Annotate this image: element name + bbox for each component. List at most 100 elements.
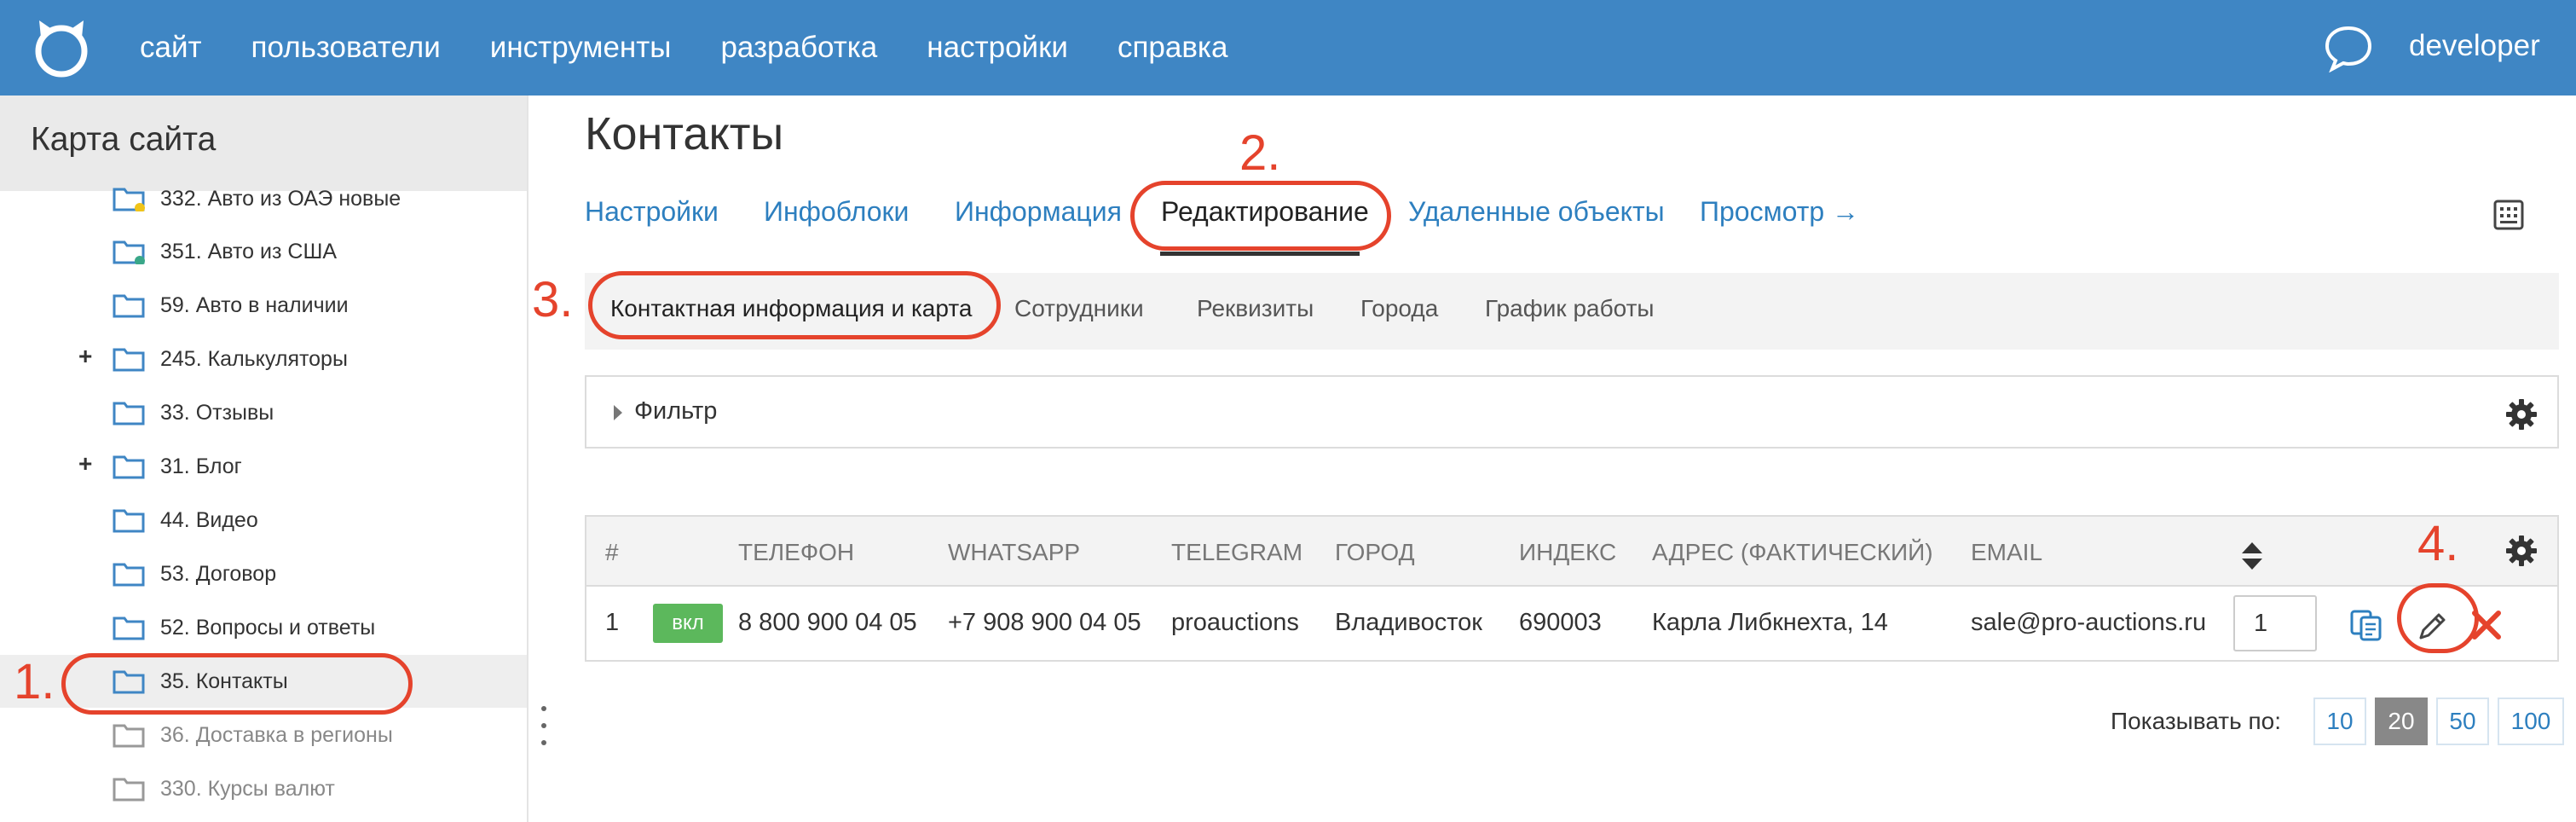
tree-item-label: 33. Отзывы (160, 401, 274, 425)
tree-item-label: 31. Блог (160, 454, 242, 478)
folder-icon (113, 188, 145, 211)
expand-icon[interactable]: + (78, 343, 92, 370)
expand-icon[interactable]: + (78, 450, 92, 478)
col-header-whatsapp[interactable]: WHATSAPP (948, 539, 1080, 566)
contacts-table: # ТЕЛЕФОН WHATSAPP TELEGRAM ГОРОД ИНДЕКС… (585, 515, 2559, 662)
tree-item[interactable]: 53. Договор (0, 547, 527, 600)
page-size-20[interactable]: 20 (2375, 698, 2428, 745)
cell-telegram: proauctions (1171, 609, 1299, 636)
widget-grid-icon[interactable] (2493, 200, 2524, 230)
menu-tools[interactable]: инструменты (490, 31, 672, 65)
cell-index: 690003 (1519, 609, 1602, 636)
page-size-10[interactable]: 10 (2313, 698, 2366, 745)
annotation-ring (61, 653, 413, 715)
tree-item-label: 53. Договор (160, 562, 277, 586)
folder-icon (113, 509, 145, 533)
tab-deleted-objects[interactable]: Удаленные объекты (1408, 196, 1665, 228)
cell-email: sale@pro-auctions.ru (1971, 609, 2207, 636)
annotation-ring (1130, 181, 1391, 251)
col-header-city[interactable]: ГОРОД (1335, 539, 1415, 566)
filter-panel[interactable]: Фильтр (585, 375, 2559, 449)
cell-whatsapp: +7 908 900 04 05 (948, 609, 1141, 636)
table-header: # ТЕЛЕФОН WHATSAPP TELEGRAM ГОРОД ИНДЕКС… (586, 517, 2557, 587)
tree-item-label: 332. Авто из ОАЭ новые (160, 187, 401, 211)
tree-item[interactable]: 330. Курсы валют (0, 762, 527, 815)
menu-site[interactable]: сайт (140, 31, 202, 65)
gear-icon[interactable] (2504, 397, 2538, 431)
sort-icon[interactable] (2240, 541, 2264, 571)
menu-users[interactable]: пользователи (251, 31, 441, 65)
tree-item[interactable]: 33. Отзывы (0, 386, 527, 439)
menu-settings[interactable]: настройки (927, 31, 1068, 65)
pager-label: Показывать по: (2111, 708, 2282, 734)
tree-item-label: 52. Вопросы и ответы (160, 616, 376, 640)
tree-item[interactable]: 59. Авто в наличии (0, 279, 527, 332)
cell-city: Владивосток (1335, 609, 1482, 636)
col-header-telegram[interactable]: TELEGRAM (1171, 539, 1302, 566)
folder-icon (113, 616, 145, 640)
folder-icon (113, 294, 145, 318)
page-size-50[interactable]: 50 (2436, 698, 2489, 745)
tree-item[interactable]: 44. Видео (0, 494, 527, 547)
subtab-requisites[interactable]: Реквизиты (1197, 295, 1314, 322)
annotation-ring (2397, 583, 2479, 653)
tree-item-label: 245. Калькуляторы (160, 347, 348, 371)
active-tab-indicator (1160, 252, 1360, 256)
subtab-schedule[interactable]: График работы (1485, 295, 1655, 322)
menu-development[interactable]: разработка (720, 31, 877, 65)
status-badge[interactable]: вкл (653, 604, 723, 643)
cat-logo-icon[interactable] (31, 17, 92, 78)
col-header-phone[interactable]: ТЕЛЕФОН (738, 539, 854, 566)
tab-settings[interactable]: Настройки (585, 196, 719, 228)
cell-phone: 8 800 900 04 05 (738, 609, 917, 636)
annotation-number: 4. (2417, 516, 2459, 571)
tree-item-label: 330. Курсы валют (160, 777, 335, 801)
tree-item[interactable]: 332. Авто из ОАЭ новые (0, 172, 527, 225)
menu-help[interactable]: справка (1118, 31, 1228, 65)
col-header-num: # (605, 539, 619, 565)
tree-item-label: 351. Авто из США (160, 240, 338, 263)
page-size-100[interactable]: 100 (2498, 698, 2564, 745)
main-menu: сайт пользователи инструменты разработка… (140, 0, 1277, 96)
sidebar-title: Карта сайта (31, 121, 217, 158)
tree-item[interactable]: + 245. Калькуляторы (0, 333, 527, 385)
col-header-index[interactable]: ИНДЕКС (1519, 539, 1616, 566)
filter-label: Фильтр (634, 397, 718, 425)
folder-icon (113, 455, 145, 479)
subtab-cities[interactable]: Города (1360, 295, 1438, 322)
subtab-employees[interactable]: Сотрудники (1014, 295, 1144, 322)
folder-icon (113, 563, 145, 587)
copy-icon[interactable] (2349, 609, 2383, 641)
annotation-number: 3. (532, 272, 574, 327)
gear-icon[interactable] (2504, 534, 2538, 568)
tree-item-label: 44. Видео (160, 508, 258, 532)
tree-item[interactable]: + 31. Блог (0, 440, 527, 493)
tab-infoblocks[interactable]: Инфоблоки (764, 196, 909, 228)
folder-icon (113, 778, 145, 802)
col-header-email[interactable]: EMAIL (1971, 539, 2042, 566)
annotation-number: 1. (14, 654, 55, 709)
tree-item[interactable]: 36. Доставка в регионы (0, 709, 527, 761)
caret-right-icon (614, 405, 622, 420)
annotation-ring (588, 271, 1001, 339)
top-navbar: сайт пользователи инструменты разработка… (0, 0, 2576, 96)
priority-input[interactable] (2233, 595, 2317, 651)
tree-item[interactable]: 351. Авто из США (0, 225, 527, 278)
tree-item-label: 36. Доставка в регионы (160, 723, 393, 747)
tree-item[interactable]: 52. Вопросы и ответы (0, 601, 527, 654)
chat-bubble-icon[interactable] (2324, 23, 2373, 72)
page-title: Контакты (585, 108, 784, 159)
folder-icon (113, 240, 145, 264)
tab-preview[interactable]: Просмотр → (1700, 196, 1859, 228)
tab-information[interactable]: Информация (955, 196, 1122, 228)
folder-icon (113, 724, 145, 748)
tree-item-label: 59. Авто в наличии (160, 293, 349, 317)
user-menu[interactable]: developer (2409, 29, 2540, 63)
cell-address: Карла Либкнехта, 14 (1652, 609, 1888, 636)
annotation-number: 2. (1239, 125, 1281, 181)
folder-icon (113, 348, 145, 372)
folder-icon (113, 402, 145, 425)
main-content: Контакты Настройки Инфоблоки Информация … (528, 96, 2576, 822)
cell-num: 1 (605, 609, 620, 636)
col-header-address[interactable]: АДРЕС (ФАКТИЧЕСКИЙ) (1652, 539, 1933, 566)
